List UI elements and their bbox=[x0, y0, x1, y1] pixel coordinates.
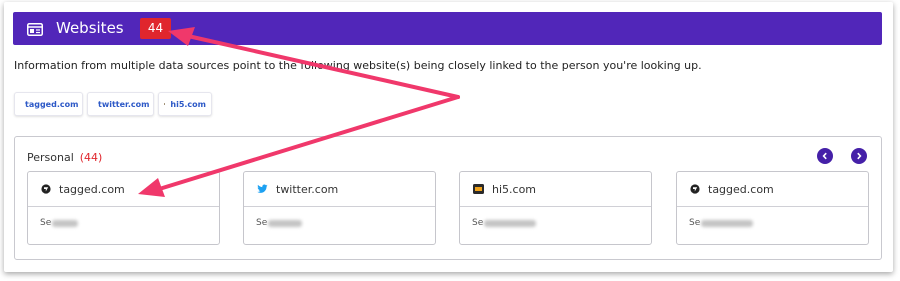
arrow-to-count bbox=[186, 34, 460, 99]
arrowhead-count bbox=[168, 27, 195, 46]
arrowhead-card bbox=[138, 178, 165, 197]
arrow-to-card bbox=[154, 95, 460, 192]
annotation-arrows bbox=[138, 27, 460, 197]
